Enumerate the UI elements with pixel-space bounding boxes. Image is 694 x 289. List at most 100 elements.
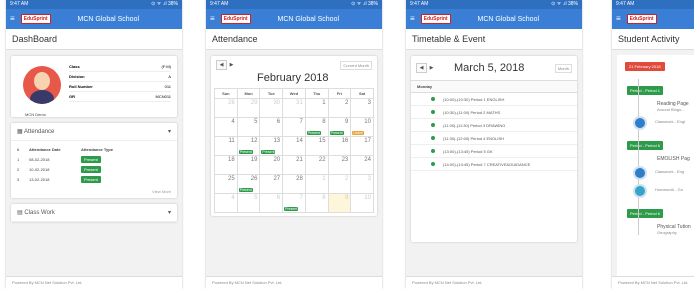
calendar-day[interactable]: 30: [260, 99, 284, 118]
calendar-day[interactable]: 1: [305, 175, 329, 194]
calendar-day[interactable]: 9 Present: [328, 118, 352, 137]
table-header: Attendance Date: [29, 146, 61, 152]
calendar-day[interactable]: 18: [215, 156, 238, 175]
day-number: 9: [344, 195, 349, 201]
attendance-table: # Attendance Date Attendance Type 1 08-02…: [11, 141, 177, 187]
view-more-link[interactable]: View More: [11, 187, 177, 198]
calendar-day[interactable]: 13 Present: [260, 137, 284, 156]
calendar-day[interactable]: 12 Present: [237, 137, 261, 156]
calendar-day[interactable]: 8: [305, 194, 329, 213]
list-item[interactable]: (11:00)-(11:30) Period 3 DRAWING: [411, 119, 577, 132]
calendar-day[interactable]: 23: [328, 156, 352, 175]
menu-icon[interactable]: ≡: [616, 15, 621, 23]
calendar-day[interactable]: 31: [283, 99, 306, 118]
attendance-header[interactable]: ▦ Attendance ▾: [11, 123, 177, 141]
attendance-event-badge: Present: [238, 188, 253, 192]
day-number: 7: [299, 119, 303, 125]
list-item[interactable]: (10:30)-(11:00) Period 2 MATHS: [411, 106, 577, 119]
calendar-day[interactable]: 24: [351, 156, 374, 175]
month-title: February 2018: [257, 72, 329, 84]
next-month-button[interactable]: ▶: [227, 61, 236, 69]
calendar-day[interactable]: 3: [351, 175, 374, 194]
calendar-day[interactable]: 5: [237, 194, 261, 213]
menu-icon[interactable]: ≡: [10, 15, 15, 23]
calendar-day[interactable]: 11: [215, 137, 238, 156]
calendar-day[interactable]: 22: [305, 156, 329, 175]
day-number: 10: [364, 195, 371, 201]
calendar-day[interactable]: 25: [215, 175, 238, 194]
day-number: 19: [250, 157, 258, 163]
list-item[interactable]: Classwork - Engl: [627, 116, 694, 130]
profile-value: A: [168, 74, 171, 79]
list-item[interactable]: Classwork - Eng: [627, 166, 694, 180]
calendar-day[interactable]: 14: [283, 137, 306, 156]
calendar-day[interactable]: 19: [237, 156, 261, 175]
calendar-day[interactable]: 4: [215, 118, 238, 137]
profile-label: Class: [69, 64, 80, 69]
table-row[interactable]: 3 13-02-2018 Present: [17, 174, 171, 184]
calendar-card: ◀ ▶ Current Month February 2018 Sun Mon Tu…: [211, 56, 377, 216]
day-number: 9: [344, 119, 349, 125]
list-item[interactable]: (11:30)-(12:00) Period 4 ENGLISH: [411, 132, 577, 145]
status-dot-icon: [431, 97, 435, 101]
table-row[interactable]: 2 10-02-2018 Present: [17, 164, 171, 174]
calendar-day[interactable]: 15: [305, 137, 329, 156]
attendance-event-badge: Present: [261, 150, 276, 154]
menu-icon[interactable]: ≡: [410, 15, 415, 23]
current-month-button[interactable]: Current Month: [340, 60, 372, 70]
table-header: #: [17, 146, 20, 152]
calendar-day[interactable]: 3: [351, 99, 374, 118]
activity-class: Classwork - Eng: [655, 169, 685, 174]
calendar-day[interactable]: 2: [328, 175, 352, 194]
calendar-day[interactable]: 6: [260, 118, 284, 137]
day-number: 13: [273, 138, 281, 144]
list-item[interactable]: Reading Page Around Bingo...: [657, 101, 694, 112]
calendar-day[interactable]: 2: [328, 99, 352, 118]
calendar-day[interactable]: 16: [328, 137, 352, 156]
profile-label: Roll Number: [69, 84, 93, 89]
list-item[interactable]: (10:00)-(10:30) Period 1 ENGLISH: [411, 93, 577, 106]
chevron-down-icon[interactable]: ▾: [168, 209, 171, 216]
period-badge: Period - Period 1: [627, 86, 664, 95]
calendar-day[interactable]: 4: [215, 194, 238, 213]
calendar-day[interactable]: 9: [328, 194, 352, 213]
school-name: MCN Global School: [77, 15, 140, 23]
app-logo: EduSprint: [626, 14, 657, 24]
calendar-day[interactable]: 28: [283, 175, 306, 194]
calendar-day[interactable]: 8 Present: [305, 118, 329, 137]
activity-screen: 9:47 AM ≡ EduSprint Student Activity 21 …: [612, 0, 694, 289]
row-number: 1: [17, 156, 20, 162]
list-item[interactable]: EMOLISH Pag: [657, 156, 694, 162]
calendar-day[interactable]: 29: [237, 99, 261, 118]
calendar-day[interactable]: 27: [260, 175, 284, 194]
calendar-day[interactable]: 7: [283, 118, 306, 137]
list-item[interactable]: (14:00)-(14:45) Period 7 CREATIVE&GUIDAN…: [411, 158, 577, 171]
status-dot-icon: [431, 136, 435, 140]
day-number: 23: [341, 157, 349, 163]
calendar-day[interactable]: 6: [260, 194, 284, 213]
calendar-day[interactable]: 26 Present: [237, 175, 261, 194]
view-month-button[interactable]: Month: [554, 63, 572, 73]
list-item[interactable]: Homework - Gu: [627, 184, 694, 198]
list-item[interactable]: Physical Tution Geography: [657, 224, 694, 235]
calendar-day[interactable]: 20: [260, 156, 284, 175]
calendar-day[interactable]: 10: [351, 194, 374, 213]
chevron-down-icon[interactable]: ▾: [168, 128, 171, 135]
calendar-day[interactable]: 17: [351, 137, 374, 156]
calendar-day[interactable]: 10 Leave: [351, 118, 374, 137]
menu-icon[interactable]: ≡: [210, 15, 215, 23]
calendar-day[interactable]: 1: [305, 99, 329, 118]
calendar-day[interactable]: 5: [237, 118, 261, 137]
list-item[interactable]: (13:00)-(13:45) Period 5 GK: [411, 145, 577, 158]
classwork-header[interactable]: ▤ Class Work ▾: [11, 204, 177, 222]
prev-month-button[interactable]: ◀: [216, 60, 227, 70]
prev-day-button[interactable]: ◀: [416, 63, 427, 73]
day-number: 14: [296, 138, 303, 144]
calendar-day[interactable]: 7 Present: [283, 194, 306, 213]
calendar-day[interactable]: 28: [215, 99, 238, 118]
next-day-button[interactable]: ▶: [427, 64, 436, 72]
activity-sub: Geography: [657, 230, 677, 235]
table-row[interactable]: 1 08-02-2018 Present: [17, 154, 171, 164]
weekday-header: Wed: [283, 89, 306, 99]
calendar-day[interactable]: 21: [283, 156, 306, 175]
